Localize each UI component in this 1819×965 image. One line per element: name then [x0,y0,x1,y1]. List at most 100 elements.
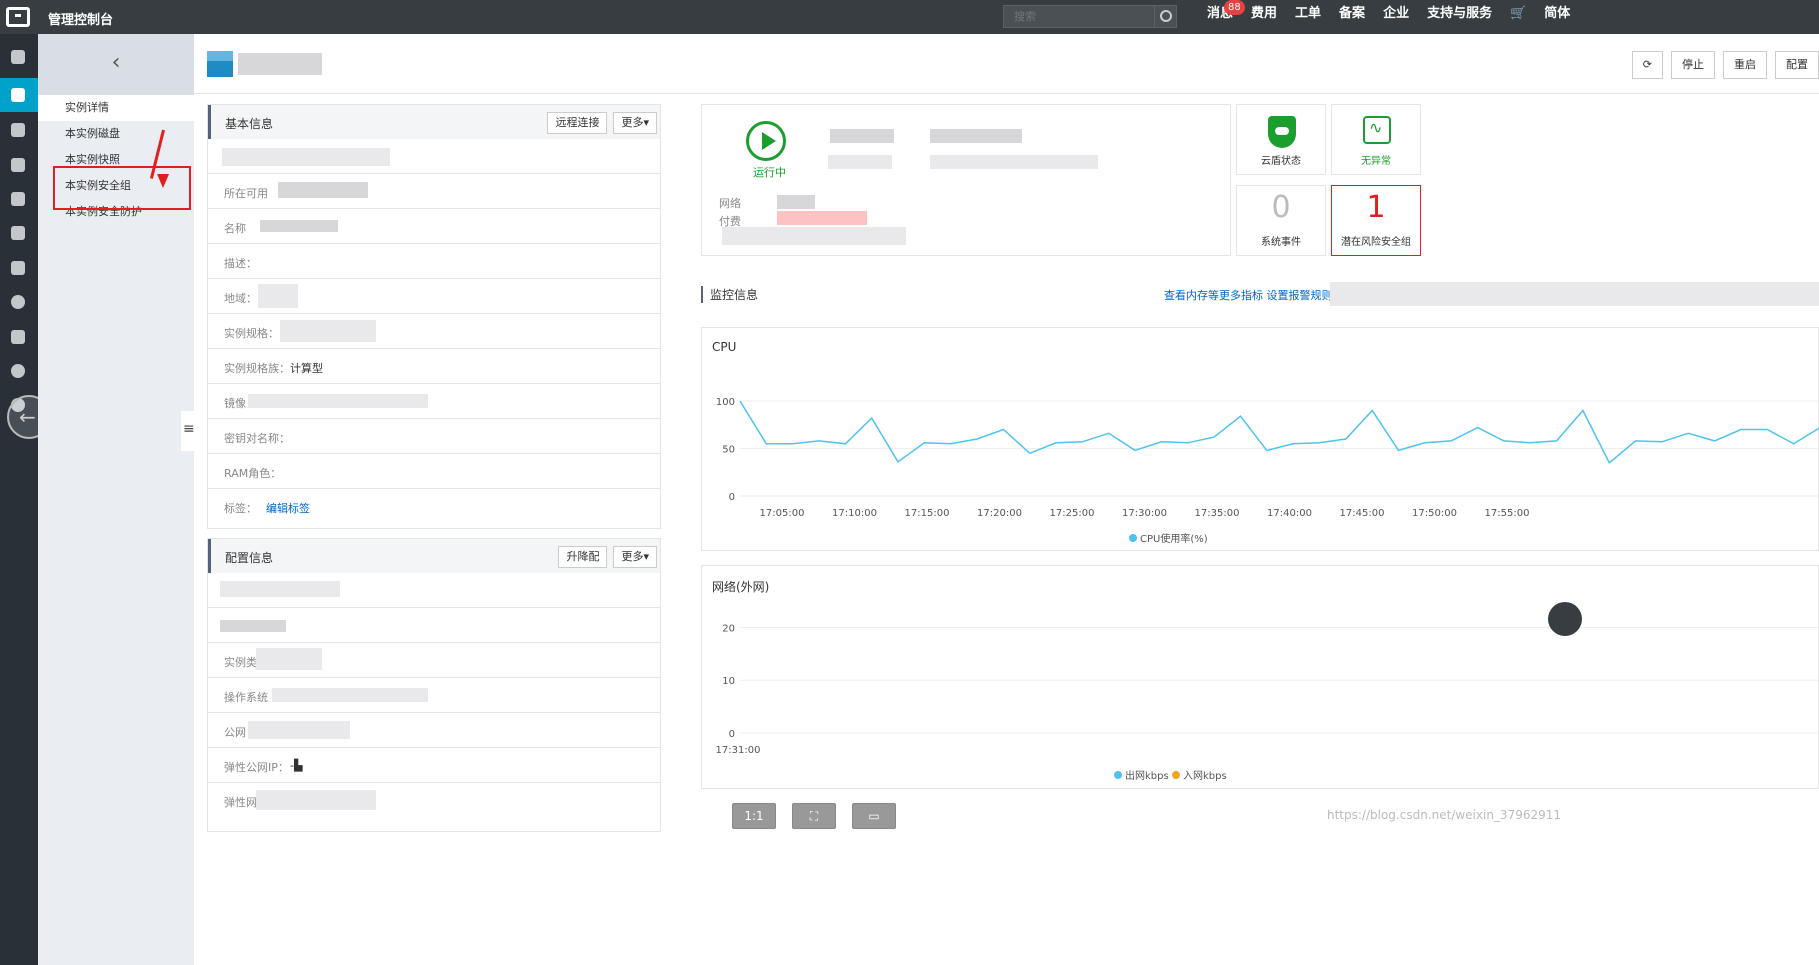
search-icon [1160,10,1172,22]
more-dropdown-button[interactable]: 更多▾ [613,112,657,134]
net-legend-label: 入网kbps [1183,770,1227,782]
nav-icp[interactable]: 备案 [1330,0,1374,34]
subnav-instance-details[interactable]: 实例详情 [38,95,194,121]
cluster-icon[interactable] [11,261,25,275]
search-input[interactable] [1004,6,1154,27]
ecs-active-item[interactable] [0,78,38,112]
description-row: 描述： [208,244,660,279]
redacted-value [260,220,338,232]
cloud-upload-icon[interactable] [11,192,25,206]
redacted-value [220,620,286,632]
redacted-value [256,648,322,670]
redacted-value [830,129,894,143]
scroll-arrows-icon[interactable] [1548,602,1582,636]
cart-icon[interactable]: 🛒 [1501,0,1535,34]
screenshot-icon[interactable]: ▭ [852,803,896,829]
shield-product-icon[interactable] [11,123,25,137]
risk-security-group-tile[interactable]: 1 潜在风险安全组 [1331,185,1421,256]
cloud-icon[interactable] [11,158,25,172]
cpu-series-line [739,400,1819,464]
redacted-value [278,182,368,198]
instance-logo-icon [207,51,233,77]
nav-tickets[interactable]: 工单 [1286,0,1330,34]
cpu-y-tick-label: 0 [729,492,735,503]
refresh-button[interactable]: ⟳ [1631,51,1663,79]
restart-button[interactable]: 重启 [1723,51,1767,79]
annotation-arrow-head [157,174,169,188]
cloud-shield-icon [1268,116,1296,148]
console-title[interactable]: 管理控制台 [48,9,113,28]
spec-family-row: 实例规格族： 计算型 [208,349,660,384]
config-button[interactable]: 配置 [1775,51,1819,79]
eni-row: 弹性网 [208,783,660,818]
instance-name-redacted [238,53,322,75]
cpu-x-tick-label: 17:55:00 [1485,508,1530,519]
edit-tags-link[interactable]: 编辑标签 [266,500,310,516]
redacted-value [722,227,906,245]
page-header: ⟳ 停止 重启 配置 [194,34,1819,94]
remote-connect-button[interactable]: 远程连接 [547,112,608,134]
net-y-tick-label: 10 [722,676,735,687]
region-row: 地域： [208,279,660,314]
panel-toggle-handle-icon[interactable] [181,411,195,451]
network-chart-panel: 网络(外网) 0 10 20 17:31:00 出网kbps 入网kbps [701,565,1819,789]
net-legend-label: 出网kbps [1125,769,1169,782]
public-ip-row: 公网 [208,713,660,748]
cpu-y-tick-label: 100 [716,397,735,408]
net-x-tick-label: 17:31:00 [716,745,761,756]
search-box[interactable] [1003,5,1177,28]
aliyun-logo-icon[interactable] [6,7,30,27]
redacted-value [930,129,1022,143]
monitor-title: 监控信息 [701,286,758,303]
bug-icon[interactable] [11,330,25,344]
product-icon-bar [0,34,38,965]
watermark: https://blog.csdn.net/weixin_37962911 [1327,808,1562,822]
globe-icon[interactable] [11,295,25,309]
nav-enterprise[interactable]: 企业 [1374,0,1418,34]
health-tile[interactable]: 无异常 [1331,104,1421,175]
cpu-x-tick-label: 17:40:00 [1267,508,1312,519]
tags-row: 标签： 编辑标签 [224,500,310,516]
more-dropdown-button[interactable]: 更多▾ [613,546,657,568]
nav-messages[interactable]: 消息 88 [1198,0,1245,34]
cpu-x-tick-label: 17:35:00 [1195,508,1240,519]
search-button[interactable] [1154,6,1176,27]
basic-info-title: 基本信息 [225,117,274,131]
server-icon [11,88,25,102]
upgrade-downgrade-button[interactable]: 升降配 [558,546,608,568]
grid-icon[interactable] [11,50,25,64]
keypair-row: 密钥对名称： [208,419,660,454]
cpu-x-tick-label: 17:15:00 [905,508,950,519]
collapse-chevron-left-icon[interactable]: ‹ [38,34,194,95]
stop-button[interactable]: 停止 [1671,51,1715,79]
redacted-value [220,581,340,597]
redacted-value [777,211,867,225]
circle-icon[interactable] [11,364,25,378]
cpu-y-tick-label: 50 [722,445,735,456]
nav-billing[interactable]: 费用 [1242,0,1286,34]
time-range-redacted[interactable] [1330,282,1819,306]
heartbeat-icon [1363,116,1391,144]
monitor-links[interactable]: 查看内存等更多指标 设置报警规则 [1164,287,1333,303]
config-info-title: 配置信息 [225,551,274,565]
basic-info-panel: 基本信息 远程连接 更多▾ 所在可用 名称 描述： 地域： 实例规格： 实例规格… [207,104,661,529]
subnav-instance-disks[interactable]: 本实例磁盘 [38,121,194,147]
zoom-1to1-button[interactable]: 1:1 [732,803,776,829]
redacted-value [272,688,428,702]
cpu-x-tick-label: 17:50:00 [1412,508,1457,519]
instance-id-row [208,139,660,174]
network-icon[interactable] [11,226,25,240]
cloud-shield-tile[interactable]: 云盾状态 [1236,104,1326,175]
fit-screen-icon[interactable]: ⛶ [792,803,836,829]
nav-language[interactable]: 简体 [1535,0,1579,34]
redacted-value [777,195,815,209]
net-legend-marker [1114,771,1122,779]
running-play-icon [746,121,786,161]
redacted-value [930,155,1098,169]
cpu-x-tick-label: 17:45:00 [1340,508,1385,519]
system-events-tile[interactable]: 0 系统事件 [1236,185,1326,256]
copy-icon[interactable]: -▙ [290,759,302,772]
cpu-x-tick-label: 17:10:00 [832,508,877,519]
nav-support[interactable]: 支持与服务 [1418,0,1501,34]
name-row: 名称 [208,209,660,244]
